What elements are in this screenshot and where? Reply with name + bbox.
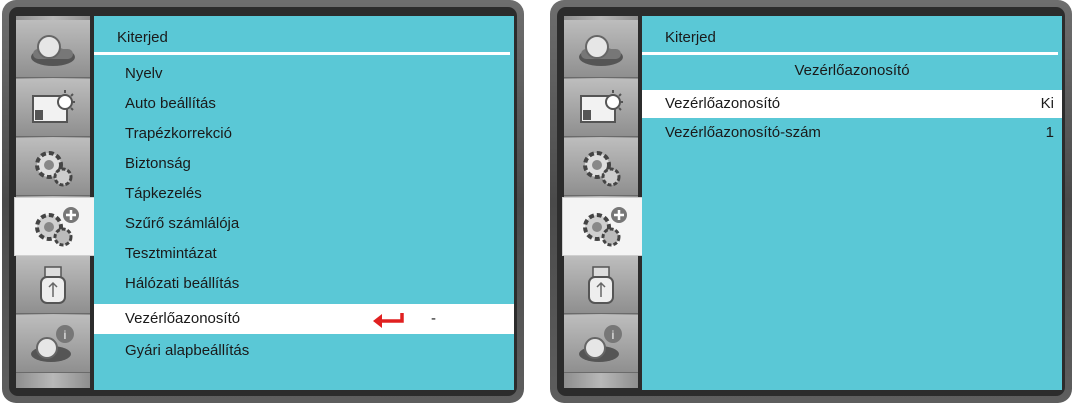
submenu-title: Vezérlőazonosító [794, 62, 910, 79]
extended-gear-icon[interactable] [562, 197, 644, 256]
menu-item-security[interactable]: Biztonság [94, 149, 514, 179]
icon-sidebar: i [14, 16, 96, 388]
right-screen: i Kiterjed Vezérlőazonosító Vezérlőazono… [550, 0, 1072, 403]
menu-item-keystone[interactable]: Trapézkorrekció [94, 119, 514, 149]
menu-item-label: Tesztmintázat [125, 245, 217, 262]
setting-row-control-id[interactable]: Vezérlőazonosító Ki [642, 90, 1062, 118]
menu-title: Kiterjed [117, 29, 168, 46]
enter-arrow-icon [373, 313, 404, 328]
picture-setting-icon[interactable] [564, 79, 638, 137]
menu-item-label: Nyelv [125, 65, 163, 82]
icon-sidebar: i [562, 16, 644, 388]
menu-item-language[interactable]: Nyelv [94, 59, 514, 89]
menu-item-test-pattern[interactable]: Tesztmintázat [94, 239, 514, 269]
menu-item-label: Biztonság [125, 155, 191, 172]
usb-icon[interactable] [564, 256, 638, 314]
left-screen: i Kiterjed Nyelv Auto beállítás Trapézko… [2, 0, 524, 403]
setting-value: 1 [1045, 124, 1054, 141]
menu-item-filter-counter[interactable]: Szűrő számlálója [94, 209, 514, 239]
setting-value: Ki [1040, 95, 1054, 112]
extended-gear-icon[interactable] [14, 197, 96, 256]
gear-icon[interactable] [16, 138, 90, 196]
info-icon[interactable]: i [564, 315, 638, 373]
projector-icon[interactable] [564, 20, 638, 78]
submenu-panel: Kiterjed Vezérlőazonosító Vezérlőazonosí… [642, 16, 1062, 390]
picture-setting-icon[interactable] [16, 79, 90, 137]
setting-label: Vezérlőazonosító-szám [665, 124, 821, 141]
menu-item-label: Auto beállítás [125, 95, 216, 112]
menu-item-control-id[interactable]: Vezérlőazonosító - [94, 304, 514, 334]
setting-row-control-id-number[interactable]: Vezérlőazonosító-szám 1 [642, 119, 1062, 147]
menu-item-power-management[interactable]: Tápkezelés [94, 179, 514, 209]
menu-title: Kiterjed [665, 29, 716, 46]
menu-item-label: Trapézkorrekció [125, 125, 232, 142]
svg-text:i: i [612, 328, 615, 342]
title-divider [94, 52, 510, 55]
menu-item-label: Vezérlőazonosító [125, 310, 241, 327]
usb-icon[interactable] [16, 256, 90, 314]
info-icon[interactable]: i [16, 315, 90, 373]
menu-item-label: Tápkezelés [125, 185, 202, 202]
menu-item-factory-default[interactable]: Gyári alapbeállítás [94, 336, 514, 366]
projector-icon[interactable] [16, 20, 90, 78]
menu-item-label: Hálózati beállítás [125, 275, 240, 292]
menu-item-auto-setup[interactable]: Auto beállítás [94, 89, 514, 119]
menu-item-label: Szűrő számlálója [125, 215, 240, 232]
gear-icon[interactable] [564, 138, 638, 196]
menu-item-label: Gyári alapbeállítás [125, 342, 250, 359]
svg-text:i: i [64, 328, 67, 342]
menu-item-network-setup[interactable]: Hálózati beállítás [94, 269, 514, 299]
menu-panel: Kiterjed Nyelv Auto beállítás Trapézkorr… [94, 16, 514, 390]
title-divider [642, 52, 1058, 55]
menu-item-value: - [431, 310, 436, 327]
setting-label: Vezérlőazonosító [665, 95, 781, 112]
